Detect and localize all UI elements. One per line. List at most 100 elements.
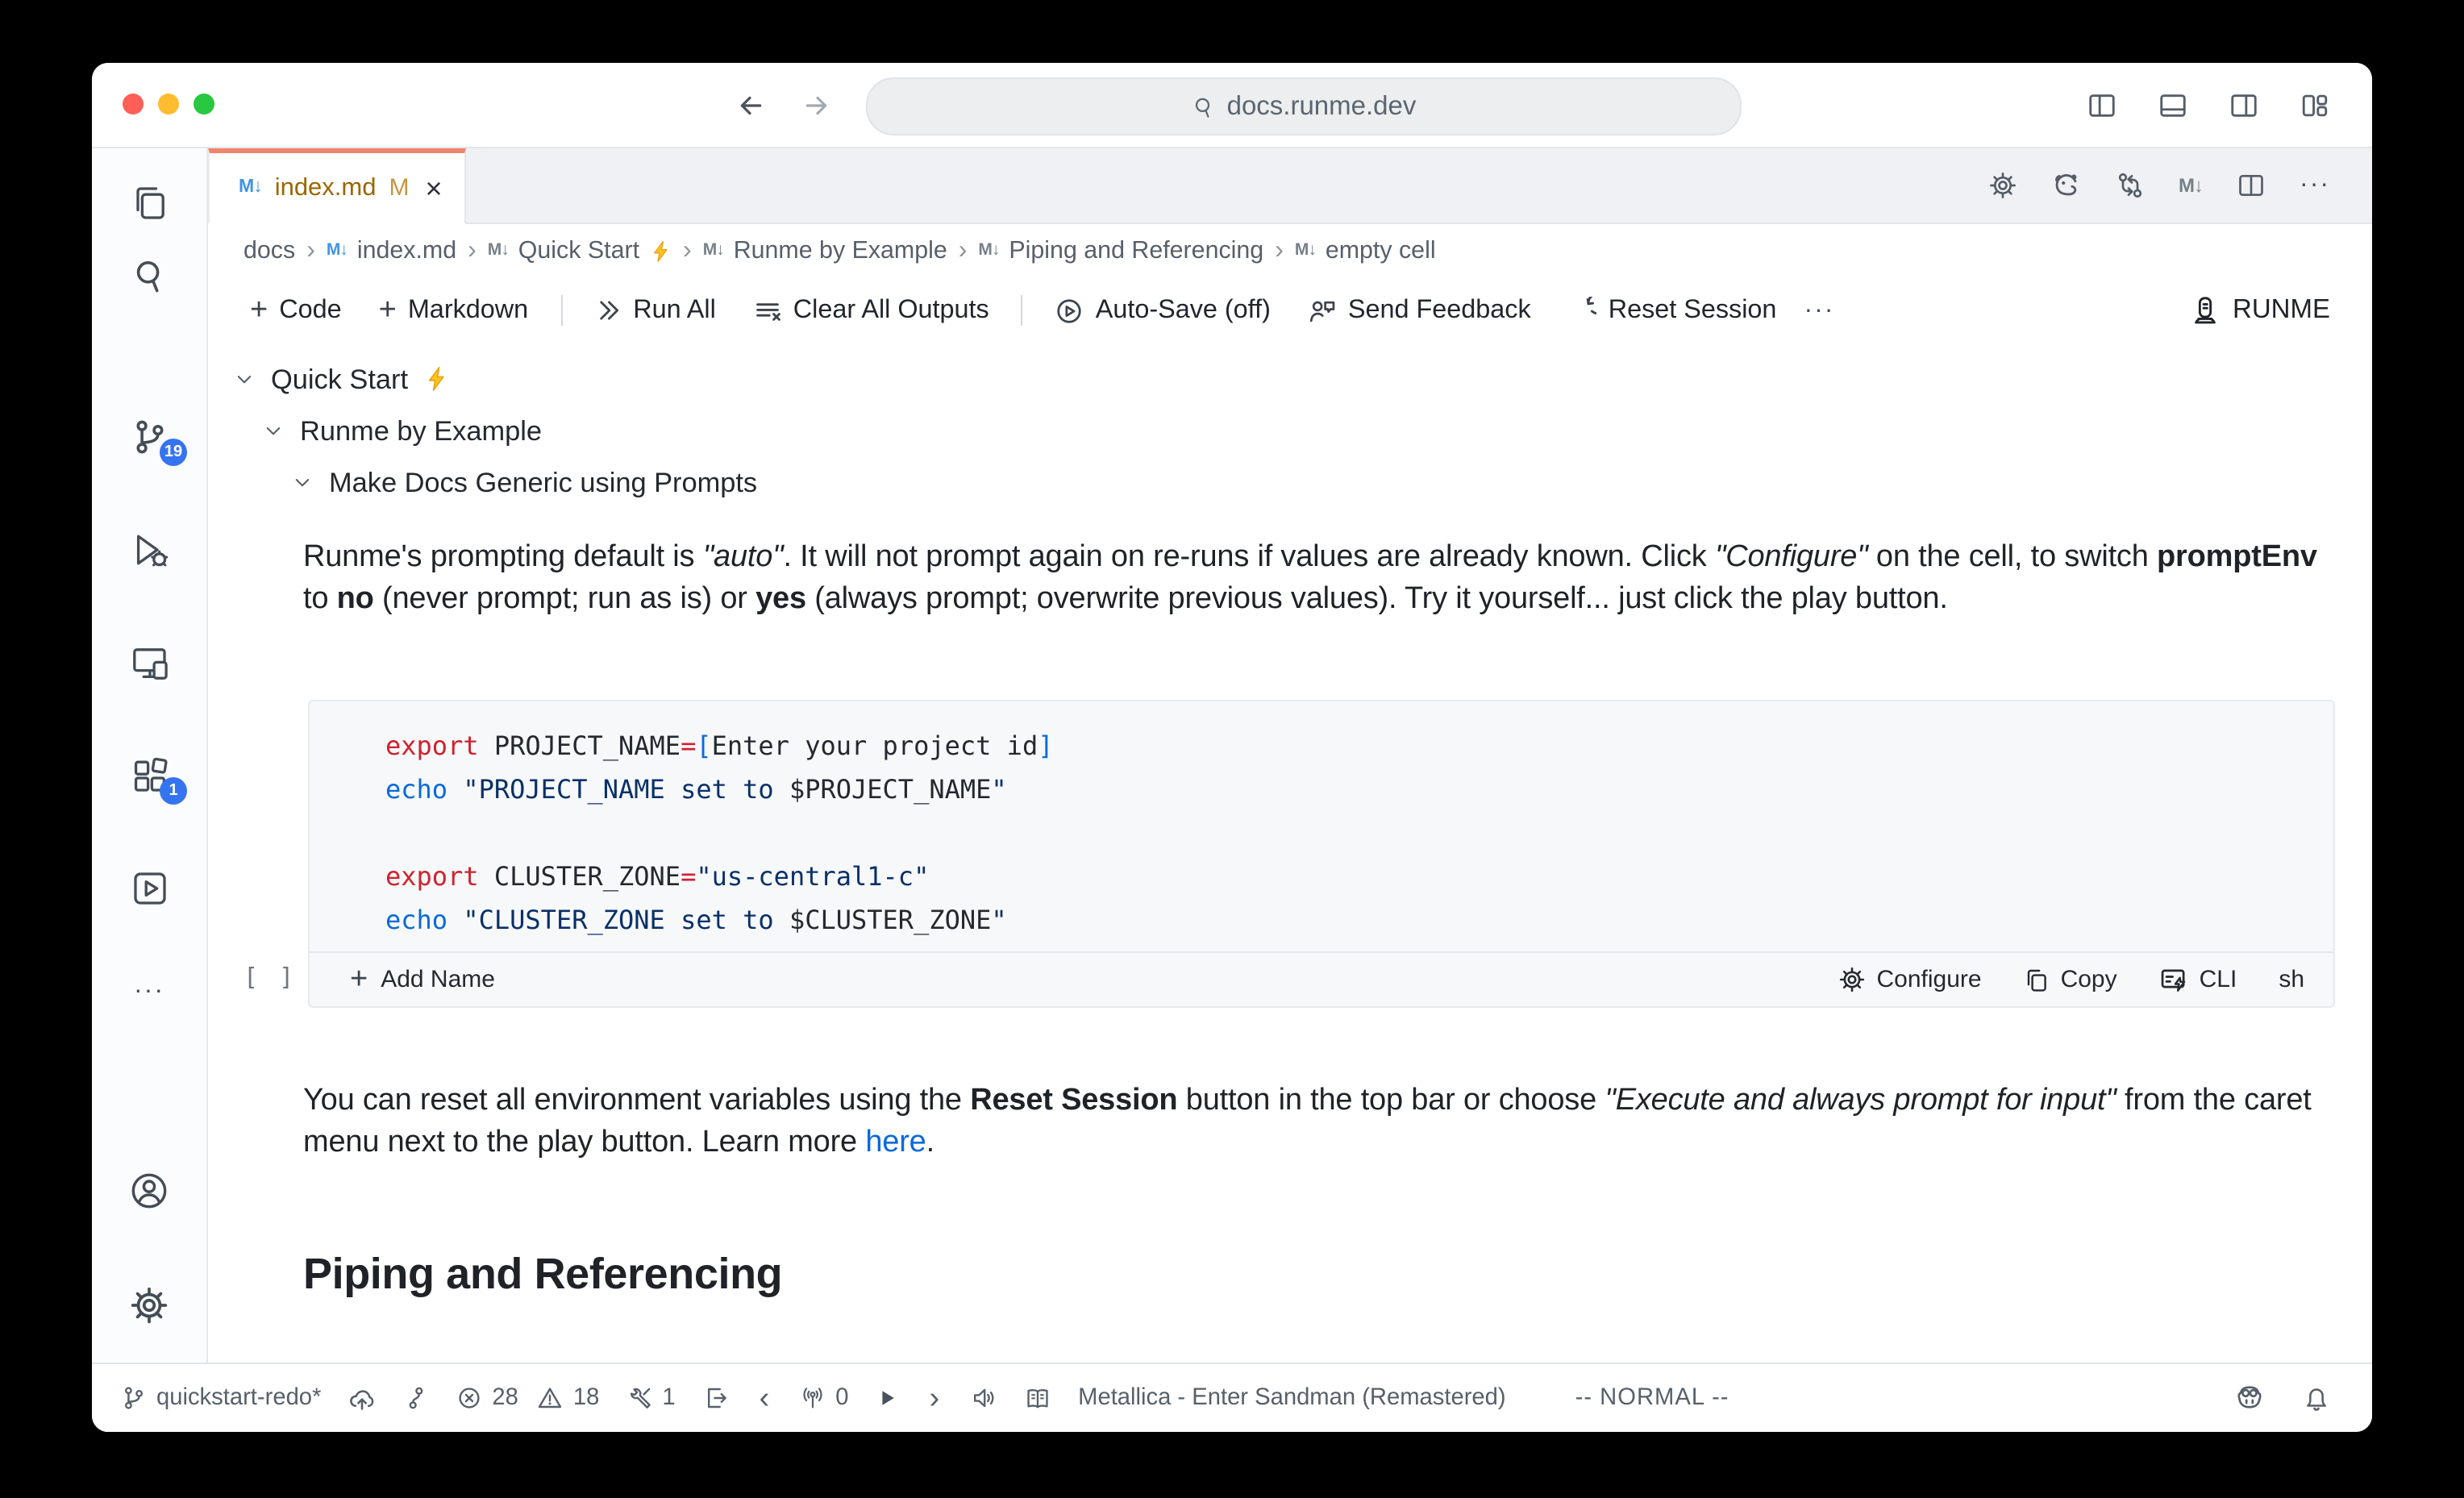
- open-markdown-icon[interactable]: M↓: [2179, 176, 2204, 195]
- clear-outputs-icon: [753, 296, 782, 325]
- sidebar-item-settings[interactable]: [92, 1285, 206, 1325]
- markdown-icon: M↓: [326, 240, 348, 260]
- notebook-settings-gear-icon[interactable]: [1988, 171, 2017, 200]
- auto-save-toggle[interactable]: Auto-Save (off): [1046, 295, 1280, 326]
- cell-execution-gutter[interactable]: [ ]: [243, 963, 297, 992]
- exit-icon[interactable]: [703, 1385, 729, 1411]
- inline-link[interactable]: here: [865, 1125, 926, 1159]
- back-icon[interactable]: [737, 91, 764, 119]
- previous-track-icon[interactable]: ‹: [756, 1383, 773, 1413]
- copy-button[interactable]: Copy: [2024, 966, 2117, 993]
- breadcrumb-item-quick-start[interactable]: M↓ Quick Start: [488, 237, 672, 264]
- broadcast-icon: [800, 1385, 826, 1411]
- clear-all-outputs-button[interactable]: Clear All Outputs: [743, 295, 999, 326]
- minimize-window-button[interactable]: [158, 94, 179, 114]
- add-name-button[interactable]: + Add Name: [350, 964, 495, 995]
- section-heading: Piping and Referencing: [303, 1250, 783, 1298]
- runme-mascot-icon[interactable]: [2051, 170, 2082, 201]
- cli-button[interactable]: CLI: [2159, 965, 2237, 994]
- problems-status[interactable]: 28 18: [456, 1385, 599, 1411]
- heading-make-docs-generic[interactable]: Make Docs Generic using Prompts: [208, 456, 2372, 508]
- text-segment: . It will not prompt again on re-runs if…: [783, 540, 1715, 574]
- now-playing-label[interactable]: Metallica - Enter Sandman (Remastered): [1078, 1385, 1505, 1411]
- paragraph: Runme's prompting default is "auto". It …: [303, 537, 2332, 619]
- chevron-down-icon[interactable]: [234, 368, 255, 389]
- chevron-down-icon[interactable]: [292, 472, 313, 493]
- bolt-icon: [424, 366, 450, 392]
- breadcrumb-item-runme-by-example[interactable]: M↓ Runme by Example: [703, 237, 947, 264]
- volume-icon[interactable]: [970, 1385, 996, 1411]
- address-bar[interactable]: docs.runme.dev: [866, 77, 1742, 135]
- text-segment: (never prompt; run as is) or: [373, 581, 756, 615]
- heading-runme-by-example[interactable]: Runme by Example: [208, 405, 2372, 456]
- vim-mode-indicator[interactable]: -- NORMAL --: [1575, 1385, 1729, 1411]
- close-window-button[interactable]: [123, 94, 144, 114]
- tab-bar: M↓ index.md M × M↓ ···: [208, 148, 2372, 224]
- gear-icon: [1838, 966, 1865, 993]
- code-editor[interactable]: export PROJECT_NAME=[Enter your project …: [310, 701, 2333, 951]
- text-segment: [447, 905, 463, 935]
- sidebar-item-account[interactable]: [92, 1171, 206, 1211]
- sidebar-item-runme[interactable]: [92, 869, 206, 908]
- forward-icon[interactable]: [803, 91, 830, 119]
- markdown-icon: M↓: [978, 240, 1000, 260]
- add-code-cell-button[interactable]: + Code: [240, 295, 352, 326]
- breadcrumb-item-piping[interactable]: M↓ Piping and Referencing: [978, 237, 1263, 264]
- configure-button[interactable]: Configure: [1838, 966, 1982, 993]
- toggle-sidebar-icon[interactable]: [2087, 89, 2117, 120]
- broadcast-status[interactable]: 0: [800, 1385, 849, 1411]
- text-segment: [447, 774, 463, 805]
- tasks-status[interactable]: 1: [626, 1385, 676, 1411]
- breadcrumb-item-empty-cell[interactable]: M↓ empty cell: [1295, 237, 1436, 264]
- source-control-badge: 19: [160, 439, 187, 466]
- bolt-icon: [649, 239, 672, 262]
- reading-list-icon[interactable]: [1023, 1384, 1051, 1412]
- sidebar-item-explorer[interactable]: [92, 184, 206, 223]
- sidebar-item-remote-explorer[interactable]: [92, 643, 206, 682]
- close-tab-icon[interactable]: ×: [426, 173, 443, 202]
- copilot-icon[interactable]: [2235, 1384, 2264, 1413]
- toggle-panel-icon[interactable]: [2158, 89, 2188, 120]
- split-editor-icon[interactable]: [2237, 171, 2266, 200]
- customize-layout-icon[interactable]: [2300, 89, 2330, 120]
- sidebar-item-search[interactable]: [92, 256, 206, 295]
- zoom-window-button[interactable]: [194, 94, 214, 114]
- more-actions-icon[interactable]: ···: [2300, 171, 2330, 200]
- play-icon[interactable]: [876, 1387, 899, 1409]
- markdown-icon: M↓: [487, 240, 510, 260]
- runme-brand: RUNME: [2189, 295, 2330, 326]
- tab-title: index.md: [274, 173, 377, 201]
- sidebar-item-more-views[interactable]: ···: [92, 977, 206, 1006]
- chevron-down-icon[interactable]: [263, 420, 284, 441]
- text-segment: promptEnv: [2157, 540, 2317, 574]
- publish-changes-icon[interactable]: [348, 1384, 376, 1412]
- toggle-secondary-sidebar-icon[interactable]: [2229, 89, 2259, 120]
- breadcrumb-item-file[interactable]: M↓ index.md: [327, 237, 456, 264]
- notifications-bell-icon[interactable]: [2303, 1384, 2330, 1412]
- sidebar-item-extensions[interactable]: 1: [92, 756, 206, 805]
- text-segment: ": [991, 905, 1007, 935]
- tools-icon: [626, 1385, 652, 1411]
- next-track-icon[interactable]: ›: [926, 1383, 943, 1413]
- commit-graph-icon[interactable]: [403, 1385, 429, 1411]
- cell-language-label[interactable]: sh: [2279, 966, 2304, 993]
- sidebar-item-run-debug[interactable]: [92, 531, 206, 569]
- text-segment: $PROJECT_NAME: [789, 774, 992, 805]
- markdown-icon: M↓: [1294, 240, 1317, 260]
- account-icon: [129, 1171, 169, 1211]
- heading-quick-start[interactable]: Quick Start: [208, 353, 2372, 405]
- send-feedback-button[interactable]: Send Feedback: [1298, 295, 1541, 326]
- gear-icon: [129, 1285, 169, 1325]
- reset-session-button[interactable]: Reset Session: [1559, 295, 1787, 326]
- sidebar-item-source-control[interactable]: 19: [92, 418, 206, 466]
- add-markdown-cell-button[interactable]: + Markdown: [369, 295, 539, 326]
- tab-index-md[interactable]: M↓ index.md M ×: [208, 148, 467, 224]
- git-branch-status[interactable]: quickstart-redo*: [121, 1385, 321, 1411]
- breadcrumb-item-docs[interactable]: docs: [243, 237, 295, 264]
- search-icon: [130, 256, 169, 295]
- compare-changes-icon[interactable]: [2116, 171, 2145, 200]
- run-all-button[interactable]: Run All: [585, 295, 726, 326]
- toolbar-more-icon[interactable]: ···: [1804, 296, 1834, 325]
- play-circle-icon: [1055, 296, 1084, 325]
